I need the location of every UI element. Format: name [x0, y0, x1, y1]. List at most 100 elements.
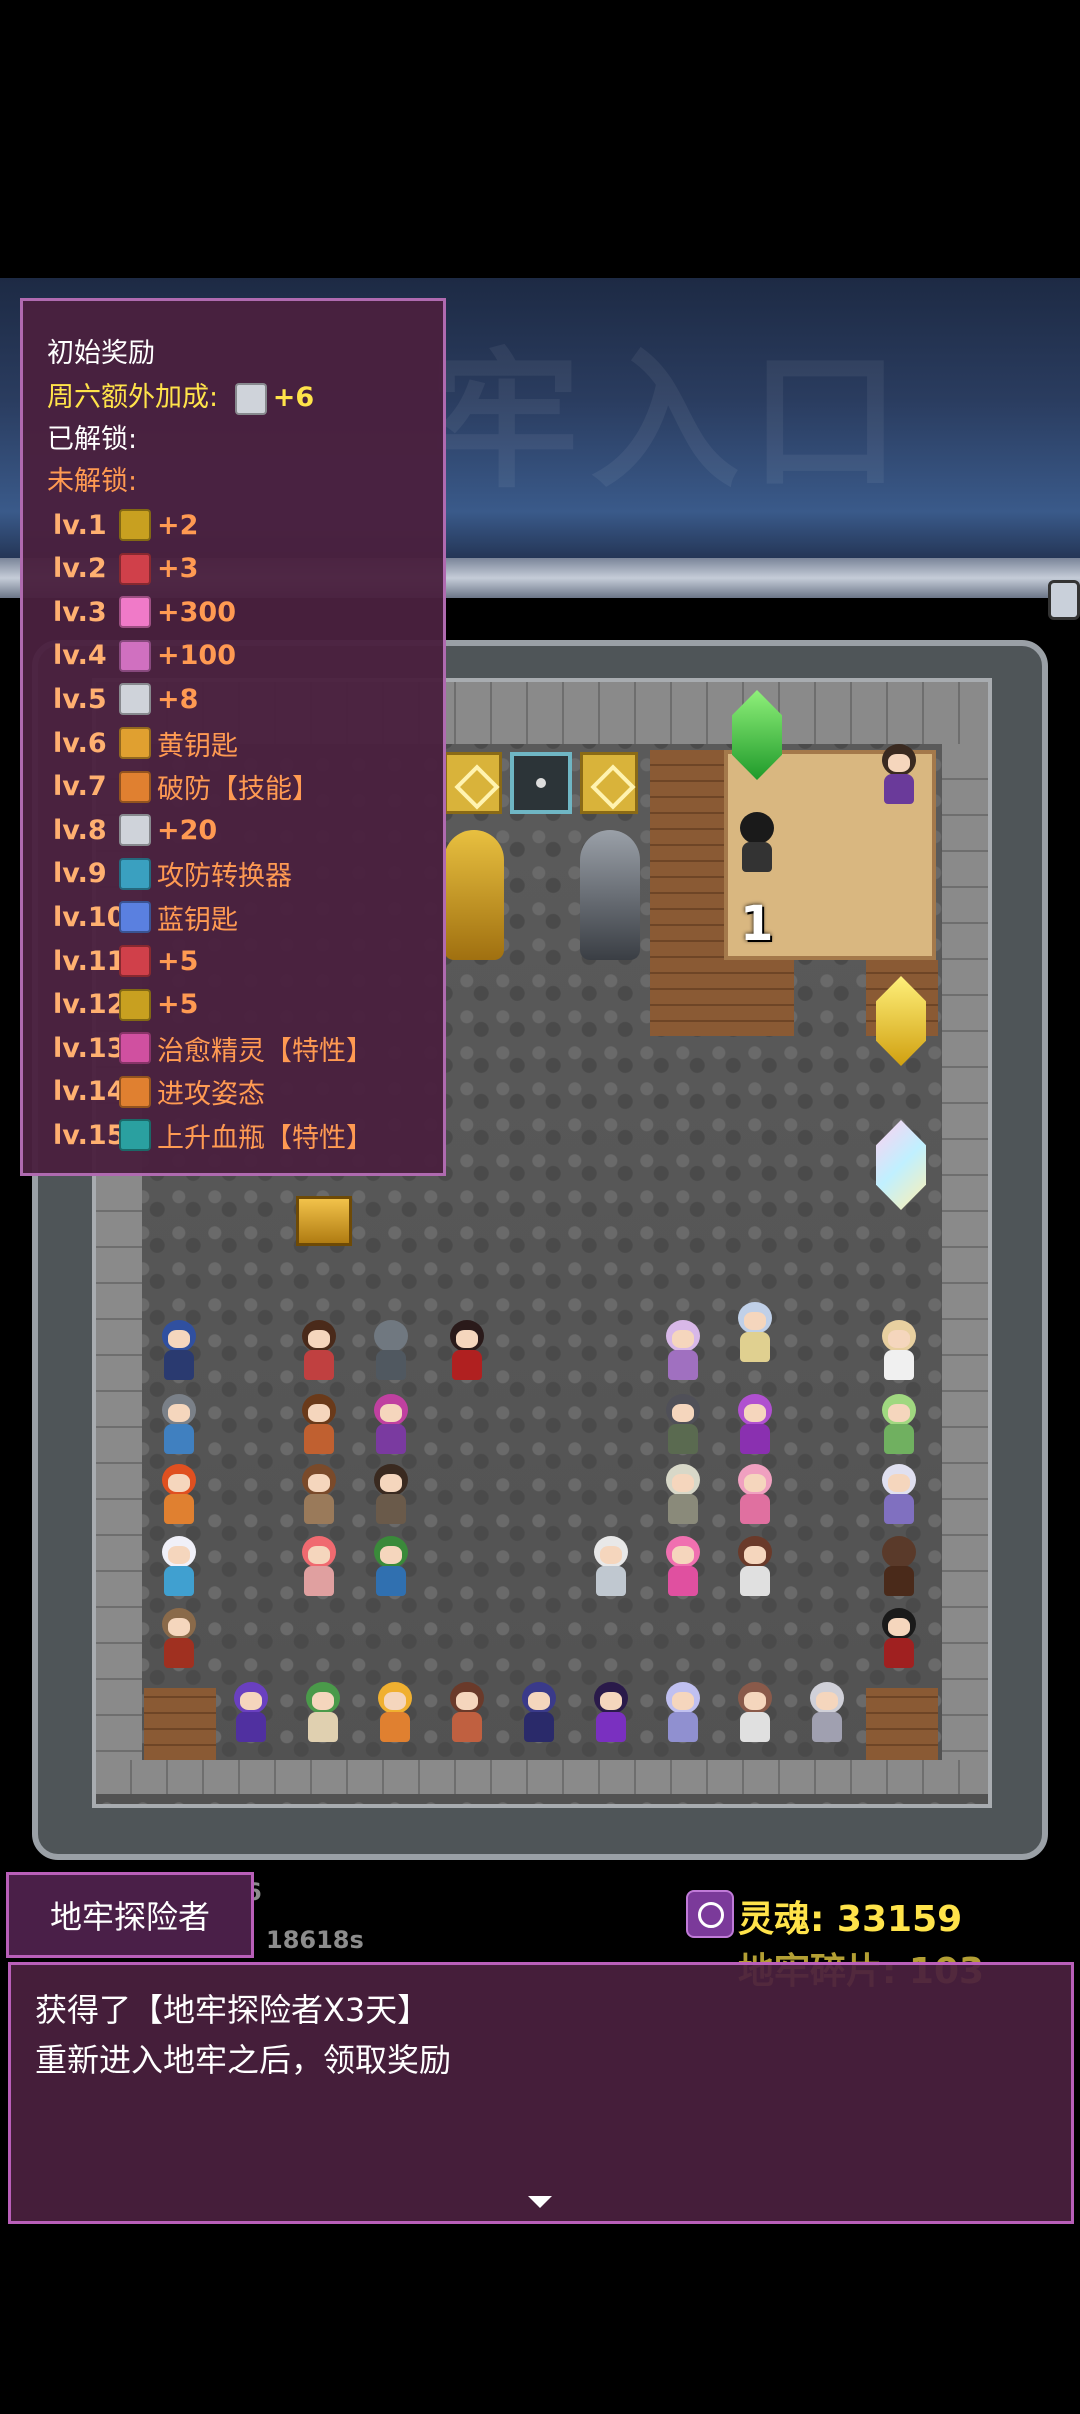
npc-character[interactable] [292, 1534, 346, 1600]
npc-character[interactable] [728, 1462, 782, 1528]
banner-handle[interactable] [1048, 580, 1080, 620]
reward-row: lv.13 治愈精灵【特性】 [53, 1030, 373, 1067]
npc-character[interactable] [872, 1462, 926, 1528]
reward-text: 黄钥匙 [157, 730, 238, 762]
reward-row: lv.12 +5 [53, 987, 198, 1023]
treasure-chest[interactable] [296, 1196, 352, 1246]
healing-sprite-icon [119, 1032, 151, 1065]
orb-icon [119, 814, 151, 847]
npc-character[interactable] [152, 1318, 206, 1384]
reward-text: 进攻姿态 [157, 1079, 265, 1111]
attack-stance-icon [119, 1075, 151, 1108]
npc-character[interactable] [584, 1680, 638, 1746]
reward-text: 攻防转换器 [157, 861, 292, 893]
reward-row: lv.5 +8 [53, 681, 198, 717]
reward-text: +2 [157, 509, 199, 541]
locked-label: 未解锁: [47, 466, 138, 497]
npc-character[interactable] [152, 1392, 206, 1458]
npc-character[interactable] [368, 1680, 422, 1746]
heart-icon [119, 596, 151, 629]
npc-character[interactable] [224, 1680, 278, 1746]
map-wall-bottom [96, 1760, 988, 1794]
shield-icon [119, 988, 151, 1021]
npc-character[interactable] [440, 1680, 494, 1746]
npc-character[interactable] [728, 1300, 782, 1366]
unlocked-label: 已解锁: [47, 424, 138, 455]
reward-level: lv.8 [53, 814, 107, 846]
reward-row: lv.2 +3 [53, 551, 198, 587]
robot-npc[interactable] [364, 1318, 418, 1384]
golden-statue[interactable] [444, 830, 504, 960]
npc-character[interactable] [292, 1392, 346, 1458]
npc-character[interactable] [872, 1392, 926, 1458]
npc-character[interactable] [872, 1606, 926, 1672]
gold-floor-tile [580, 752, 638, 814]
reward-row: lv.11 +5 [53, 943, 198, 979]
potion-icon [119, 1119, 151, 1152]
message-box[interactable]: 获得了【地牢探险者X3天】 重新进入地牢之后，领取奖励 [8, 1962, 1074, 2224]
npc-character[interactable] [584, 1534, 638, 1600]
reward-row: lv.10 蓝钥匙 [53, 899, 238, 936]
reward-text: +8 [157, 683, 199, 715]
npc-character[interactable] [656, 1680, 710, 1746]
reward-level: lv.1 [53, 509, 107, 541]
reward-row: lv.15 上升血瓶【特性】 [53, 1117, 373, 1154]
portal-tile[interactable] [510, 752, 572, 814]
npc-character[interactable] [152, 1462, 206, 1528]
npc-character[interactable] [872, 742, 926, 808]
npc-character[interactable] [296, 1680, 350, 1746]
npc-character[interactable] [656, 1462, 710, 1528]
reward-text: +5 [157, 945, 199, 977]
npc-character[interactable] [656, 1534, 710, 1600]
key-icon [119, 901, 151, 934]
mana-icon [119, 639, 151, 672]
npc-character[interactable] [872, 1534, 926, 1600]
reward-level: lv.12 [53, 989, 126, 1021]
npc-character[interactable] [292, 1318, 346, 1384]
npc-character[interactable] [364, 1392, 418, 1458]
top-black-bar [0, 0, 1080, 278]
npc-character[interactable] [152, 1534, 206, 1600]
npc-character[interactable] [728, 1392, 782, 1458]
reward-level: lv.10 [53, 901, 126, 933]
npc-character[interactable] [152, 1606, 206, 1672]
reward-row: lv.6 黄钥匙 [53, 725, 238, 762]
reward-text: +5 [157, 989, 199, 1021]
reward-header: 初始奖励 [47, 338, 155, 369]
npc-character[interactable] [364, 1462, 418, 1528]
soul-counter: 灵魂: 33159 [738, 1899, 963, 1940]
player-character[interactable] [730, 810, 784, 876]
orb-icon [119, 683, 151, 716]
reward-row: lv.7 破防【技能】 [53, 769, 319, 805]
reward-level: lv.14 [53, 1076, 126, 1108]
reward-level: lv.9 [53, 858, 107, 890]
faded-time: 18618s [266, 1926, 364, 1954]
npc-character[interactable] [728, 1680, 782, 1746]
reward-panel: 初始奖励 周六额外加成: +6 已解锁: 未解锁: lv.1 +2 lv.2 +3 lv… [20, 298, 446, 1176]
reward-level: lv.5 [53, 683, 107, 715]
npc-character[interactable] [872, 1318, 926, 1384]
reward-level: lv.15 [53, 1119, 126, 1151]
portal-dot [536, 778, 546, 788]
soul-icon [686, 1890, 734, 1938]
reward-text: +300 [157, 596, 236, 628]
npc-character[interactable] [512, 1680, 566, 1746]
npc-character[interactable] [800, 1680, 854, 1746]
npc-character[interactable] [656, 1392, 710, 1458]
npc-character[interactable] [440, 1318, 494, 1384]
reward-text: +3 [157, 553, 199, 585]
reward-level: lv.7 [53, 771, 107, 803]
message-line-2: 重新进入地牢之后，领取奖励 [35, 2041, 452, 2079]
sand-room-number: 1 [740, 896, 774, 952]
npc-character[interactable] [364, 1534, 418, 1600]
npc-character[interactable] [656, 1318, 710, 1384]
brick-floor [144, 1688, 216, 1760]
npc-character[interactable] [292, 1462, 346, 1528]
silver-statue[interactable] [580, 830, 640, 960]
reward-row: lv.14 进攻姿态 [53, 1074, 265, 1110]
reward-level: lv.6 [53, 727, 107, 759]
npc-character[interactable] [728, 1534, 782, 1600]
title-tag[interactable]: 地牢探险者 [6, 1872, 254, 1958]
continue-arrow-icon[interactable] [528, 2196, 552, 2208]
orb-icon [234, 382, 267, 415]
